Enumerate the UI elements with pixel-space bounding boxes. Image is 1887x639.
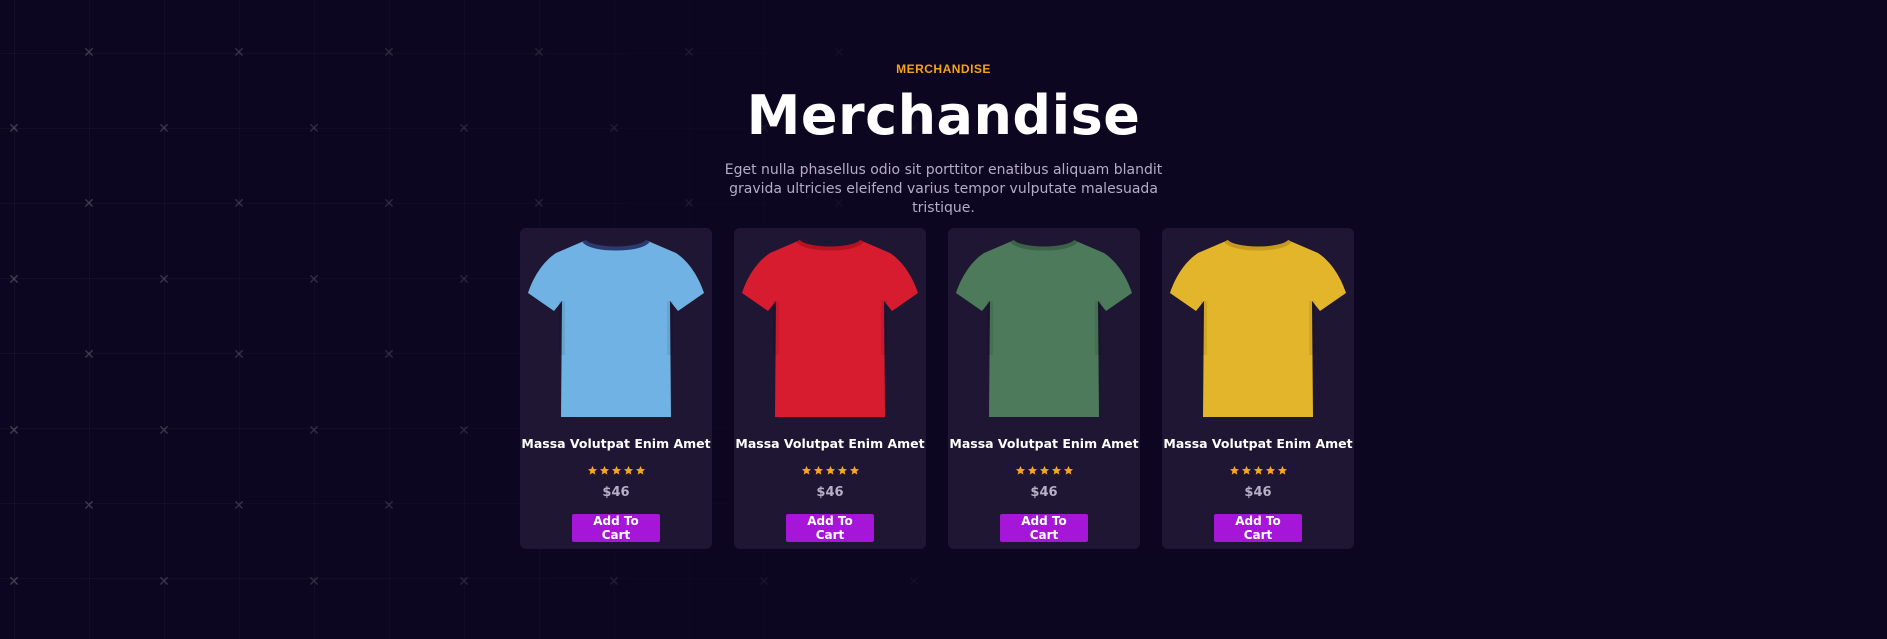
cross-icon: ✕ [158, 573, 170, 590]
cross-icon: ✕ [233, 347, 245, 363]
product-grid: Massa Volutpat Enim Amet $46 Add To Cart… [520, 228, 1354, 549]
cross-icon: ✕ [158, 422, 170, 439]
add-to-cart-button[interactable]: Add To Cart [572, 514, 660, 542]
section-description: Eget nulla phasellus odio sit porttitor … [724, 162, 1163, 216]
cross-icon: ✕ [308, 573, 320, 590]
star-icon [635, 465, 645, 475]
star-icon [1265, 465, 1275, 475]
section-header: MERCHANDISE Merchandise Eget nulla phase… [0, 62, 1887, 218]
star-icon [1063, 465, 1073, 475]
rating-stars [587, 465, 646, 476]
cross-icon: ✕ [758, 573, 770, 590]
cross-icon: ✕ [608, 573, 620, 590]
product-card: Massa Volutpat Enim Amet $46 Add To Cart [1162, 228, 1354, 549]
add-to-cart-button[interactable]: Add To Cart [1214, 514, 1302, 542]
cross-icon: ✕ [908, 573, 920, 590]
product-card: Massa Volutpat Enim Amet $46 Add To Cart [948, 228, 1140, 549]
star-icon [1229, 465, 1239, 475]
cross-icon: ✕ [8, 422, 20, 439]
tshirt-image [1162, 232, 1354, 422]
tshirt-image [520, 232, 712, 422]
section-eyebrow: MERCHANDISE [896, 62, 991, 76]
star-icon [1015, 465, 1025, 475]
product-title: Massa Volutpat Enim Amet [1163, 436, 1353, 451]
cross-icon: ✕ [533, 45, 545, 61]
product-title: Massa Volutpat Enim Amet [521, 436, 711, 451]
star-icon [825, 465, 835, 475]
cross-icon: ✕ [683, 45, 695, 61]
product-card: Massa Volutpat Enim Amet $46 Add To Cart [734, 228, 926, 549]
section-title: Merchandise [746, 84, 1141, 147]
star-icon [1277, 465, 1287, 475]
cross-icon: ✕ [158, 271, 170, 288]
product-title: Massa Volutpat Enim Amet [735, 436, 925, 451]
rating-stars [1015, 465, 1074, 476]
cross-icon: ✕ [8, 573, 20, 590]
cross-icon: ✕ [383, 45, 395, 61]
product-price: $46 [816, 485, 844, 500]
product-price: $46 [602, 485, 630, 500]
rating-stars [1229, 465, 1288, 476]
star-icon [837, 465, 847, 475]
cross-icon: ✕ [383, 498, 395, 514]
product-title: Massa Volutpat Enim Amet [949, 436, 1139, 451]
cross-icon: ✕ [308, 422, 320, 439]
cross-icon: ✕ [308, 271, 320, 288]
star-icon [587, 465, 597, 475]
tshirt-image [948, 232, 1140, 422]
tshirt-image [734, 232, 926, 422]
product-price: $46 [1244, 485, 1272, 500]
cross-icon: ✕ [458, 573, 470, 590]
star-icon [1253, 465, 1263, 475]
add-to-cart-button[interactable]: Add To Cart [786, 514, 874, 542]
star-icon [599, 465, 609, 475]
product-price: $46 [1030, 485, 1058, 500]
cross-icon: ✕ [458, 422, 470, 439]
star-icon [1027, 465, 1037, 475]
star-icon [1051, 465, 1061, 475]
star-icon [849, 465, 859, 475]
star-icon [801, 465, 811, 475]
star-icon [623, 465, 633, 475]
cross-icon: ✕ [8, 271, 20, 288]
cross-icon: ✕ [83, 347, 95, 363]
cross-icon: ✕ [233, 45, 245, 61]
star-icon [1039, 465, 1049, 475]
cross-icon: ✕ [833, 45, 845, 61]
cross-icon: ✕ [83, 498, 95, 514]
cross-icon: ✕ [383, 347, 395, 363]
star-icon [813, 465, 823, 475]
star-icon [1241, 465, 1251, 475]
add-to-cart-button[interactable]: Add To Cart [1000, 514, 1088, 542]
cross-icon: ✕ [233, 498, 245, 514]
star-icon [611, 465, 621, 475]
product-card: Massa Volutpat Enim Amet $46 Add To Cart [520, 228, 712, 549]
rating-stars [801, 465, 860, 476]
cross-icon: ✕ [458, 271, 470, 288]
cross-icon: ✕ [83, 45, 95, 61]
